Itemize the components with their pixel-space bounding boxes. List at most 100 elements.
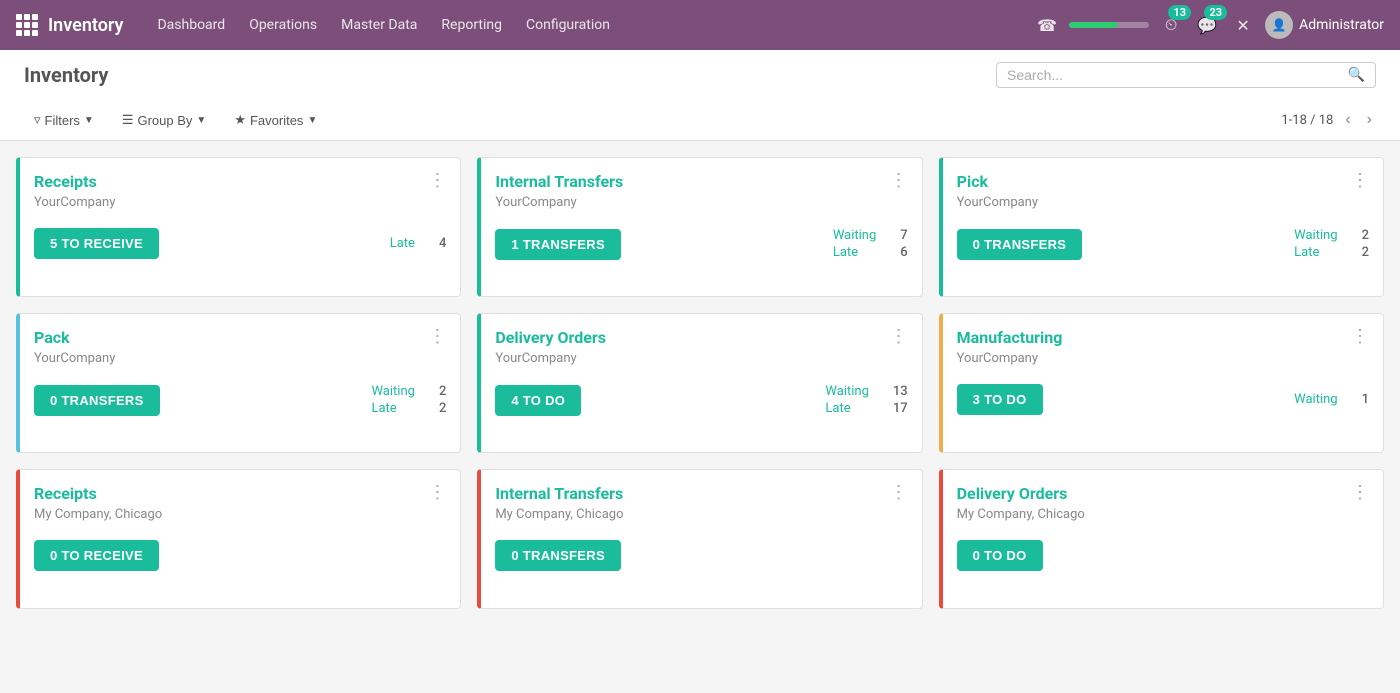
- card-action-button[interactable]: 3 TO DO: [957, 384, 1043, 415]
- stat-row: Waiting 13: [825, 384, 907, 399]
- card-title[interactable]: Pack: [34, 328, 70, 347]
- card-stats: Waiting 7 Late 6: [833, 228, 908, 260]
- card-menu-button[interactable]: ⋮: [890, 172, 908, 190]
- menu-configuration[interactable]: Configuration: [516, 11, 620, 39]
- user-menu[interactable]: 👤 Administrator: [1265, 11, 1384, 39]
- top-menu: Dashboard Operations Master Data Reporti…: [147, 11, 1025, 39]
- card-header: Pick ⋮: [943, 158, 1383, 195]
- stat-label[interactable]: Late: [1294, 245, 1319, 260]
- card-stats: Late 4: [390, 236, 447, 251]
- stat-row: Late 4: [390, 236, 447, 251]
- stat-row: Late 2: [1294, 245, 1369, 260]
- filters-button[interactable]: ▿ Filters ▼: [24, 108, 104, 132]
- pagination-info: 1-18 / 18: [1281, 113, 1333, 128]
- stat-label[interactable]: Late: [371, 401, 396, 416]
- card-company: YourCompany: [20, 195, 460, 220]
- card-action-button[interactable]: 0 TRANSFERS: [34, 385, 160, 416]
- card-pick-yourcompany: Pick ⋮ YourCompany 0 TRANSFERS Waiting 2…: [939, 157, 1384, 297]
- card-title[interactable]: Internal Transfers: [495, 484, 623, 503]
- card-menu-button[interactable]: ⋮: [428, 172, 446, 190]
- subheader-top: Inventory 🔍: [24, 50, 1376, 100]
- filters-label: Filters: [45, 113, 80, 128]
- stat-row: Late 2: [371, 401, 446, 416]
- card-body: 4 TO DO Waiting 13 Late 17: [481, 376, 921, 432]
- stat-value: 17: [893, 401, 908, 416]
- stat-label[interactable]: Late: [390, 236, 415, 251]
- card-title[interactable]: Receipts: [34, 484, 97, 503]
- pagination-prev[interactable]: ‹: [1341, 109, 1354, 131]
- card-header: Manufacturing ⋮: [943, 314, 1383, 351]
- card-menu-button[interactable]: ⋮: [890, 484, 908, 502]
- card-company: My Company, Chicago: [943, 507, 1383, 532]
- chat-badge[interactable]: 💬 23: [1193, 11, 1221, 39]
- card-body: 0 TRANSFERS Waiting 2 Late 2: [20, 376, 460, 432]
- card-title[interactable]: Manufacturing: [957, 328, 1063, 347]
- stat-value: 2: [1362, 228, 1369, 243]
- stat-label[interactable]: Waiting: [1294, 228, 1337, 243]
- stat-label[interactable]: Waiting: [371, 384, 414, 399]
- card-header: Internal Transfers ⋮: [481, 158, 921, 195]
- stat-label[interactable]: Late: [833, 245, 858, 260]
- cards-grid: Receipts ⋮ YourCompany 5 TO RECEIVE Late…: [16, 157, 1384, 609]
- card-menu-button[interactable]: ⋮: [1351, 484, 1369, 502]
- avatar: 👤: [1265, 11, 1293, 39]
- stat-row: Waiting 7: [833, 228, 908, 243]
- menu-master-data[interactable]: Master Data: [331, 11, 427, 39]
- card-title[interactable]: Delivery Orders: [495, 328, 606, 347]
- card-menu-button[interactable]: ⋮: [890, 328, 908, 346]
- card-action-button[interactable]: 0 TRANSFERS: [495, 540, 621, 571]
- groupby-button[interactable]: ☰ Group By ▼: [112, 108, 216, 132]
- favorites-button[interactable]: ★ Favorites ▼: [224, 108, 327, 132]
- phone-icon[interactable]: ☎: [1033, 11, 1061, 39]
- search-bar[interactable]: 🔍: [996, 62, 1376, 88]
- stat-value: 2: [439, 384, 446, 399]
- menu-dashboard[interactable]: Dashboard: [147, 11, 235, 39]
- card-action-button[interactable]: 0 TO DO: [957, 540, 1043, 571]
- stat-row: Waiting 2: [371, 384, 446, 399]
- card-delivery-orders-chicago: Delivery Orders ⋮ My Company, Chicago 0 …: [939, 469, 1384, 609]
- app-logo[interactable]: Inventory: [16, 14, 123, 36]
- card-menu-button[interactable]: ⋮: [1351, 172, 1369, 190]
- card-company: YourCompany: [20, 351, 460, 376]
- groupby-icon: ☰: [122, 112, 134, 128]
- filters-chevron: ▼: [84, 115, 94, 126]
- stat-value: 2: [1362, 245, 1369, 260]
- card-title[interactable]: Pick: [957, 172, 988, 191]
- stat-value: 4: [439, 236, 446, 251]
- stat-label[interactable]: Waiting: [833, 228, 876, 243]
- card-menu-button[interactable]: ⋮: [428, 328, 446, 346]
- search-input[interactable]: [1007, 67, 1340, 83]
- card-action-button[interactable]: 5 TO RECEIVE: [34, 228, 159, 259]
- app-brand: Inventory: [48, 15, 123, 36]
- menu-reporting[interactable]: Reporting: [431, 11, 512, 39]
- card-body: 1 TRANSFERS Waiting 7 Late 6: [481, 220, 921, 276]
- card-title[interactable]: Internal Transfers: [495, 172, 623, 191]
- stat-label[interactable]: Waiting: [1294, 392, 1337, 407]
- card-stats: Waiting 1: [1294, 392, 1369, 407]
- card-action-button[interactable]: 1 TRANSFERS: [495, 229, 621, 260]
- card-pack-yourcompany: Pack ⋮ YourCompany 0 TRANSFERS Waiting 2…: [16, 313, 461, 453]
- card-body: 3 TO DO Waiting 1: [943, 376, 1383, 431]
- card-receipts-yourcompany: Receipts ⋮ YourCompany 5 TO RECEIVE Late…: [16, 157, 461, 297]
- card-menu-button[interactable]: ⋮: [1351, 328, 1369, 346]
- card-company: YourCompany: [943, 351, 1383, 376]
- card-title[interactable]: Receipts: [34, 172, 97, 191]
- menu-operations[interactable]: Operations: [239, 11, 327, 39]
- card-action-button[interactable]: 4 TO DO: [495, 385, 581, 416]
- card-title[interactable]: Delivery Orders: [957, 484, 1068, 503]
- card-action-button[interactable]: 0 TO RECEIVE: [34, 540, 159, 571]
- star-icon: ★: [234, 112, 246, 128]
- card-company: My Company, Chicago: [481, 507, 921, 532]
- card-body: 5 TO RECEIVE Late 4: [20, 220, 460, 275]
- stat-row: Waiting 1: [1294, 392, 1369, 407]
- messages-count: 13: [1168, 5, 1191, 20]
- messages-badge[interactable]: ⏲ 13: [1157, 11, 1185, 39]
- pagination-next[interactable]: ›: [1363, 109, 1376, 131]
- card-menu-button[interactable]: ⋮: [428, 484, 446, 502]
- card-action-button[interactable]: 0 TRANSFERS: [957, 229, 1083, 260]
- stat-label[interactable]: Waiting: [825, 384, 868, 399]
- pagination: 1-18 / 18 ‹ ›: [1281, 109, 1376, 131]
- stat-label[interactable]: Late: [825, 401, 850, 416]
- top-right-actions: ☎ ⏲ 13 💬 23 ✕ 👤 Administrator: [1033, 11, 1384, 39]
- close-icon[interactable]: ✕: [1229, 11, 1257, 39]
